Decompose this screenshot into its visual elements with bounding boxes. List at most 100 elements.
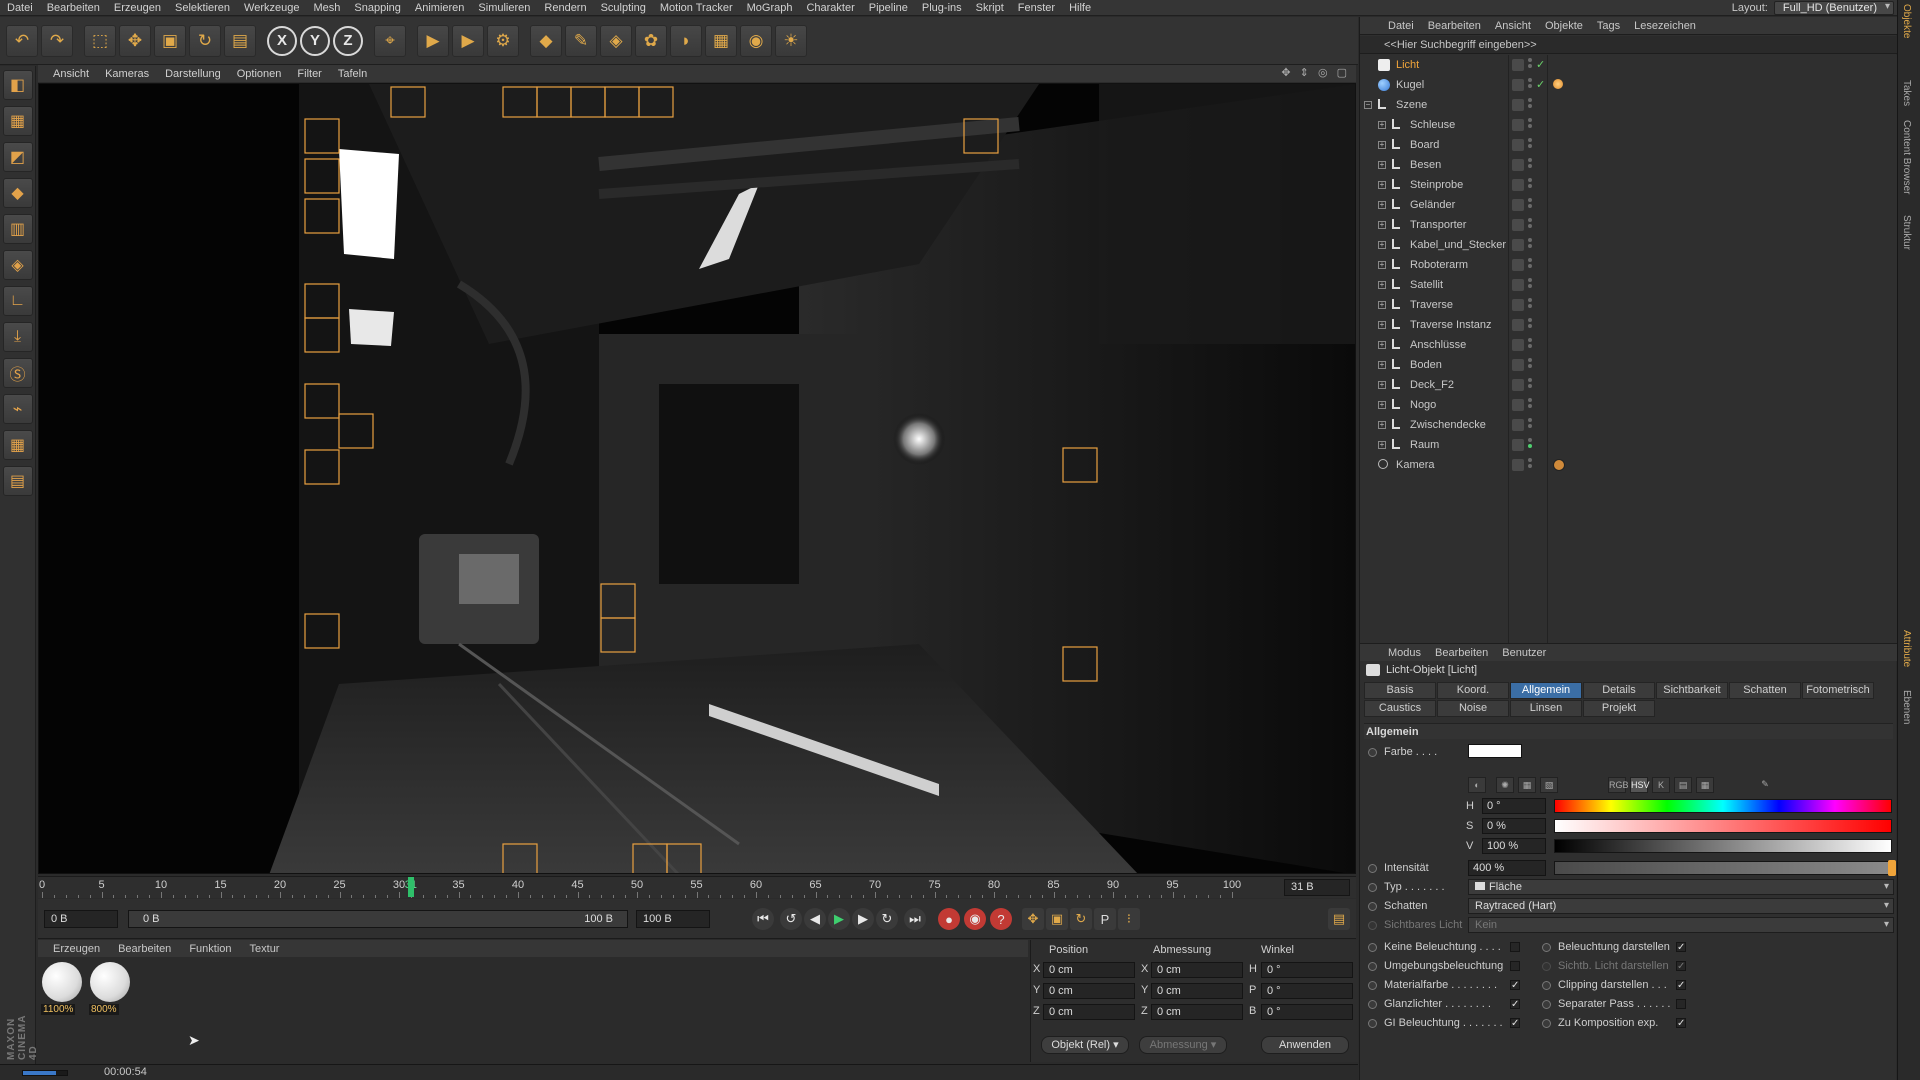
vertical-tab[interactable]: Takes bbox=[1901, 80, 1912, 106]
render-visibility-dot[interactable] bbox=[1528, 244, 1532, 248]
render-visibility-dot[interactable] bbox=[1528, 144, 1532, 148]
checkbox[interactable]: ✓ bbox=[1676, 961, 1686, 972]
object-axis-icon[interactable]: ▥ bbox=[2, 214, 33, 244]
size-field[interactable]: 0 cm bbox=[1151, 983, 1243, 999]
object-row[interactable]: + Raum bbox=[1360, 435, 1897, 455]
attribute-tab[interactable]: Schatten bbox=[1729, 682, 1801, 699]
expand-toggle-icon[interactable]: + bbox=[1378, 281, 1386, 289]
editor-render-visibility-dots[interactable] bbox=[1528, 78, 1532, 92]
editor-render-visibility-dots[interactable] bbox=[1528, 198, 1532, 212]
attribute-tab[interactable]: Koord. bbox=[1437, 682, 1509, 699]
object-row[interactable]: + Deck_F2 bbox=[1360, 375, 1897, 395]
typ-dropdown[interactable]: Fläche bbox=[1468, 879, 1894, 895]
render-visibility-dot[interactable] bbox=[1528, 164, 1532, 168]
expand-toggle-icon[interactable]: + bbox=[1378, 301, 1386, 309]
material-manager-area[interactable]: 1100% 800% MAXON CINEMA 4D ➤ bbox=[6, 958, 1028, 1062]
swatch-icon[interactable]: ▤ bbox=[1674, 777, 1692, 793]
farbe-color-swatch[interactable] bbox=[1468, 744, 1522, 758]
autokeying-icon[interactable]: ◉ bbox=[964, 908, 986, 930]
value-slider[interactable] bbox=[1554, 839, 1892, 853]
menu-item-10[interactable]: Sculpting bbox=[594, 2, 653, 14]
go-to-end-icon[interactable]: ⏭ bbox=[904, 908, 926, 930]
render-visibility-dot[interactable] bbox=[1528, 304, 1532, 308]
v-field[interactable]: 100 % bbox=[1482, 838, 1546, 854]
object-row[interactable]: + Satellit bbox=[1360, 275, 1897, 295]
move-icon[interactable]: ✥ bbox=[119, 24, 151, 57]
editor-visibility-dot[interactable] bbox=[1528, 378, 1532, 382]
render-visibility-dot[interactable] bbox=[1528, 264, 1532, 268]
object-row[interactable]: + Besen bbox=[1360, 155, 1897, 175]
layer-visibility-icon[interactable] bbox=[1512, 179, 1524, 191]
checkbox[interactable]: ✓ bbox=[1510, 999, 1520, 1010]
material-menu-item-0[interactable]: Erzeugen bbox=[46, 943, 107, 955]
menu-item-4[interactable]: Werkzeuge bbox=[237, 2, 306, 14]
keyframe-selection-icon[interactable]: ? bbox=[990, 908, 1012, 930]
layer-visibility-icon[interactable] bbox=[1512, 399, 1524, 411]
attribute-tab[interactable]: Linsen bbox=[1510, 700, 1582, 717]
editor-render-visibility-dots[interactable] bbox=[1528, 358, 1532, 372]
attribute-menu-item-1[interactable]: Bearbeiten bbox=[1429, 647, 1494, 659]
enabled-check-icon[interactable]: ✓ bbox=[1536, 75, 1545, 95]
object-row[interactable]: Licht ✓ bbox=[1360, 55, 1897, 75]
vertical-tab[interactable]: Ebenen bbox=[1901, 690, 1912, 724]
editor-visibility-dot[interactable] bbox=[1528, 298, 1532, 302]
object-row[interactable]: Kugel ✓ bbox=[1360, 75, 1897, 95]
menu-item-17[interactable]: Fenster bbox=[1011, 2, 1062, 14]
record-scale-icon[interactable]: ▣ bbox=[1046, 908, 1068, 930]
check-anim-radio[interactable] bbox=[1542, 962, 1551, 971]
viewport-menu-item-4[interactable]: Filter bbox=[290, 68, 328, 80]
attribute-tab[interactable]: Basis bbox=[1364, 682, 1436, 699]
intensitaet-anim-radio[interactable] bbox=[1368, 864, 1377, 873]
editor-visibility-dot[interactable] bbox=[1528, 258, 1532, 262]
typ-anim-radio[interactable] bbox=[1368, 883, 1377, 892]
intensitaet-slider[interactable] bbox=[1554, 861, 1892, 875]
menu-item-13[interactable]: Charakter bbox=[799, 2, 861, 14]
layer-visibility-icon[interactable] bbox=[1512, 459, 1524, 471]
coordinate-system-icon[interactable]: ⌖ bbox=[374, 24, 406, 57]
checkbox[interactable]: ✓ bbox=[1676, 980, 1686, 991]
object-menu-item-3[interactable]: Objekte bbox=[1539, 20, 1589, 32]
eyedropper-icon[interactable]: ✎ bbox=[1756, 777, 1774, 793]
layer-visibility-icon[interactable] bbox=[1512, 219, 1524, 231]
x-axis-icon[interactable]: X bbox=[267, 25, 297, 56]
object-menu-item-4[interactable]: Tags bbox=[1591, 20, 1626, 32]
editor-visibility-dot[interactable] bbox=[1528, 78, 1532, 82]
object-row[interactable]: + Geländer bbox=[1360, 195, 1897, 215]
object-row[interactable]: + Anschlüsse bbox=[1360, 335, 1897, 355]
size-mode-dropdown[interactable]: Abmessung ▾ bbox=[1139, 1036, 1227, 1054]
sculpt-icon[interactable]: Ⓢ bbox=[2, 358, 33, 388]
size-field[interactable]: 0 cm bbox=[1151, 1004, 1243, 1020]
checkbox[interactable]: ✓ bbox=[1676, 942, 1686, 953]
menu-item-15[interactable]: Plug-ins bbox=[915, 2, 969, 14]
render-visibility-dot[interactable] bbox=[1528, 104, 1532, 108]
size-field[interactable]: 0 cm bbox=[1151, 962, 1243, 978]
editor-render-visibility-dots[interactable] bbox=[1528, 298, 1532, 312]
menu-item-11[interactable]: Motion Tracker bbox=[653, 2, 740, 14]
model-mode-icon[interactable]: ◧ bbox=[2, 70, 33, 100]
schatten-dropdown[interactable]: Raytraced (Hart) bbox=[1468, 898, 1894, 914]
render-region-icon[interactable]: ▤ bbox=[224, 24, 256, 57]
object-row[interactable]: + Schleuse bbox=[1360, 115, 1897, 135]
material-menu-item-3[interactable]: Textur bbox=[243, 943, 287, 955]
object-menu-item-2[interactable]: Ansicht bbox=[1489, 20, 1537, 32]
render-visibility-dot[interactable] bbox=[1528, 404, 1532, 408]
render-view-icon[interactable]: ▶ bbox=[417, 24, 449, 57]
grid-icon[interactable]: ▦ bbox=[2, 430, 33, 460]
record-position-icon[interactable]: ✥ bbox=[1022, 908, 1044, 930]
position-field[interactable]: 0 cm bbox=[1043, 983, 1135, 999]
object-menu-item-5[interactable]: Lesezeichen bbox=[1628, 20, 1702, 32]
check-anim-radio[interactable] bbox=[1542, 943, 1551, 952]
editor-render-visibility-dots[interactable] bbox=[1528, 138, 1532, 152]
menu-item-1[interactable]: Bearbeiten bbox=[40, 2, 107, 14]
layer-visibility-icon[interactable] bbox=[1512, 279, 1524, 291]
render-visibility-dot[interactable] bbox=[1528, 464, 1532, 468]
subdivision-icon[interactable]: ◈ bbox=[600, 24, 632, 57]
rotate-icon[interactable]: ↻ bbox=[189, 24, 221, 57]
timeline-ruler[interactable]: 0510152025303135404550556065707580859095… bbox=[38, 876, 1356, 898]
attribute-menu-item-2[interactable]: Benutzer bbox=[1496, 647, 1552, 659]
render-settings-icon[interactable]: ⚙ bbox=[487, 24, 519, 57]
editor-visibility-dot[interactable] bbox=[1528, 178, 1532, 182]
object-menu-item-0[interactable]: Datei bbox=[1382, 20, 1420, 32]
editor-visibility-dot[interactable] bbox=[1528, 278, 1532, 282]
checkbox[interactable] bbox=[1510, 942, 1520, 952]
